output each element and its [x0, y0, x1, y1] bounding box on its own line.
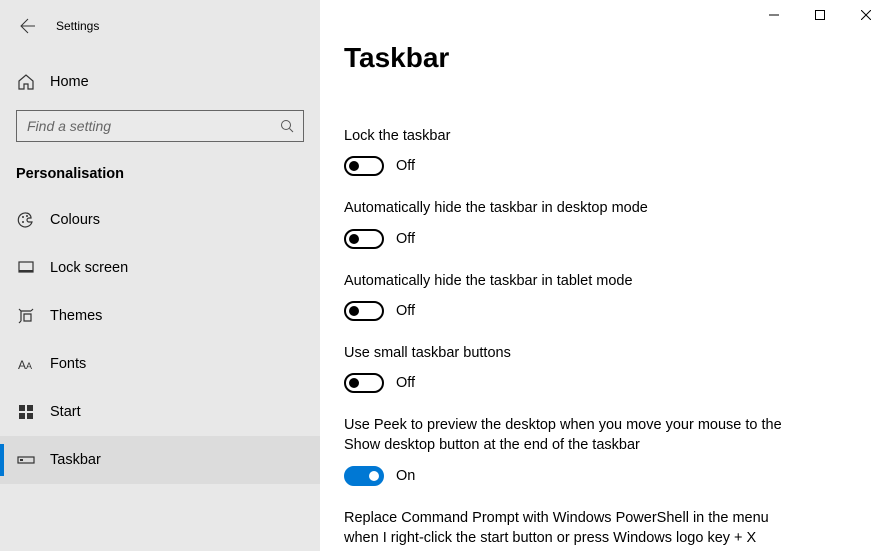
home-nav[interactable]: Home [0, 62, 320, 102]
sidebar-item-label: Fonts [50, 356, 86, 372]
sidebar: Settings Home Personalisation Colours Lo… [0, 0, 320, 551]
toggle-state-text: Off [396, 158, 415, 174]
svg-text:A: A [18, 358, 26, 372]
setting-label: Use Peek to preview the desktop when you… [344, 415, 784, 456]
sidebar-item-taskbar[interactable]: Taskbar [0, 436, 320, 484]
setting-label: Use small taskbar buttons [344, 343, 784, 363]
back-button[interactable] [16, 14, 40, 38]
toggle-lock-taskbar[interactable] [344, 156, 384, 176]
sidebar-item-label: Colours [50, 212, 100, 228]
sidebar-item-colours[interactable]: Colours [0, 196, 320, 244]
toggle-state-text: Off [396, 231, 415, 247]
setting-label: Automatically hide the taskbar in tablet… [344, 271, 784, 291]
setting-auto-hide-desktop: Automatically hide the taskbar in deskto… [344, 198, 784, 248]
sidebar-item-label: Taskbar [50, 452, 101, 468]
close-icon [861, 10, 871, 20]
toggle-state-text: Off [396, 375, 415, 391]
page-heading: Taskbar [344, 42, 865, 74]
sidebar-item-label: Themes [50, 308, 102, 324]
sidebar-item-start[interactable]: Start [0, 388, 320, 436]
sidebar-item-themes[interactable]: Themes [0, 292, 320, 340]
maximize-icon [815, 10, 825, 20]
search-icon [279, 118, 295, 134]
close-button[interactable] [843, 0, 889, 30]
toggle-state-text: Off [396, 303, 415, 319]
taskbar-icon [16, 450, 36, 470]
palette-icon [16, 210, 36, 230]
toggle-auto-hide-desktop[interactable] [344, 229, 384, 249]
setting-auto-hide-tablet: Automatically hide the taskbar in tablet… [344, 271, 784, 321]
setting-peek: Use Peek to preview the desktop when you… [344, 415, 784, 486]
svg-text:A: A [26, 361, 32, 371]
setting-small-buttons: Use small taskbar buttons Off [344, 343, 784, 393]
category-title: Personalisation [0, 142, 320, 196]
toggle-peek[interactable] [344, 466, 384, 486]
maximize-button[interactable] [797, 0, 843, 30]
search-input[interactable] [17, 118, 303, 134]
sidebar-item-fonts[interactable]: AA Fonts [0, 340, 320, 388]
lock-screen-icon [16, 258, 36, 278]
setting-label: Automatically hide the taskbar in deskto… [344, 198, 784, 218]
search-box[interactable] [16, 110, 304, 142]
themes-icon [16, 306, 36, 326]
minimize-icon [769, 10, 779, 20]
window-title: Settings [56, 19, 99, 33]
home-label: Home [50, 74, 89, 90]
start-icon [16, 402, 36, 422]
home-icon [16, 72, 36, 92]
setting-powershell: Replace Command Prompt with Windows Powe… [344, 508, 784, 549]
sidebar-item-label: Lock screen [50, 260, 128, 276]
sidebar-item-lock-screen[interactable]: Lock screen [0, 244, 320, 292]
setting-lock-taskbar: Lock the taskbar Off [344, 126, 784, 176]
toggle-auto-hide-tablet[interactable] [344, 301, 384, 321]
setting-label: Replace Command Prompt with Windows Powe… [344, 508, 784, 549]
main-content: Taskbar Lock the taskbar Off Automatical… [320, 0, 889, 551]
sidebar-top-row: Settings [0, 8, 320, 44]
sidebar-item-label: Start [50, 404, 81, 420]
back-icon [20, 18, 36, 34]
minimize-button[interactable] [751, 0, 797, 30]
toggle-state-text: On [396, 468, 415, 484]
setting-label: Lock the taskbar [344, 126, 784, 146]
fonts-icon: AA [16, 354, 36, 374]
toggle-small-buttons[interactable] [344, 373, 384, 393]
titlebar-buttons [751, 0, 889, 30]
